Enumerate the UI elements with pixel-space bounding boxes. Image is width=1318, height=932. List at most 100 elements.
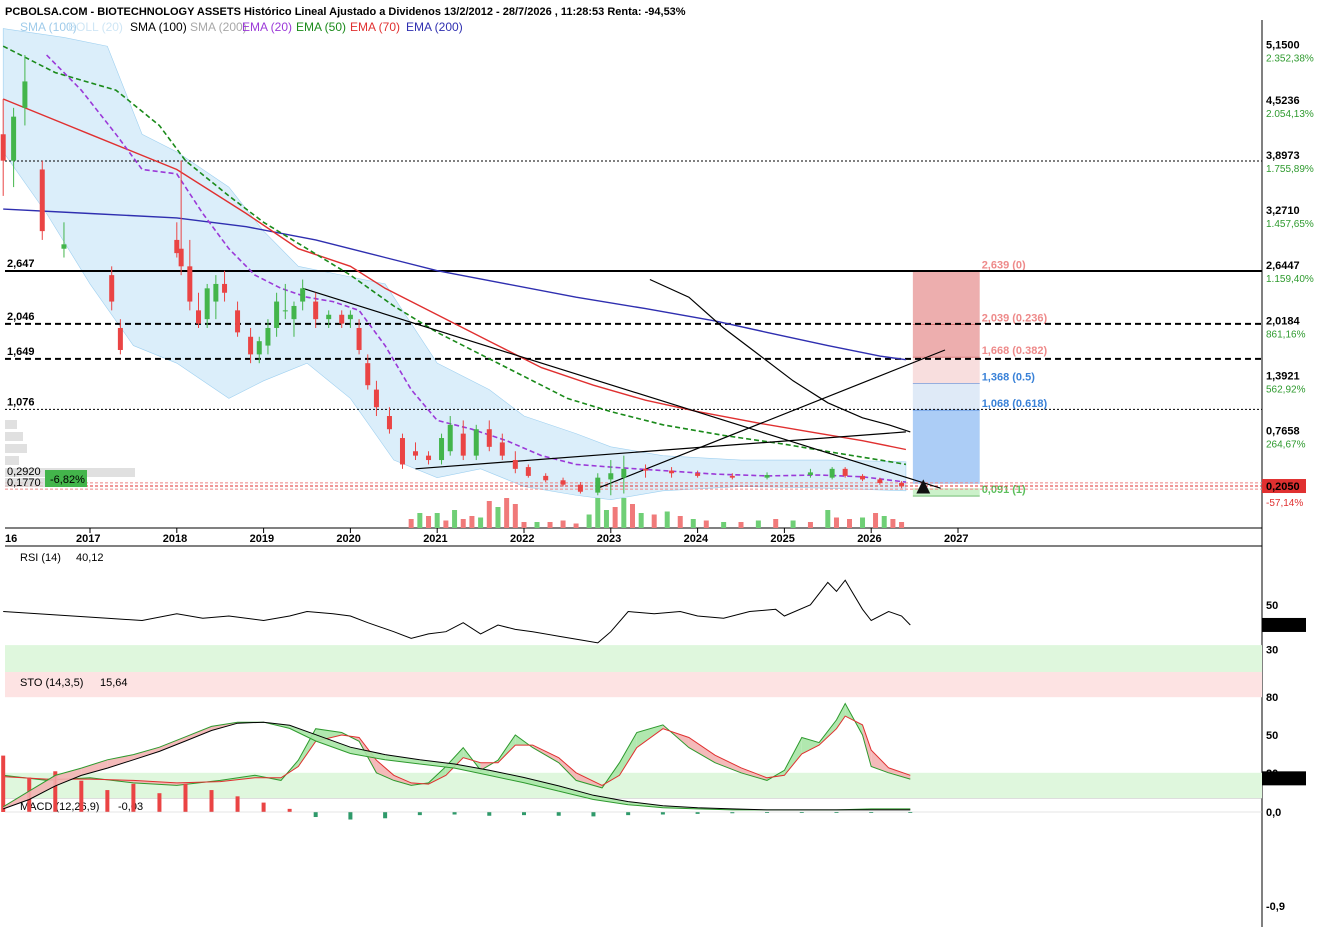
level-label-0: 2,647 [7,258,35,270]
candle-body-8 [178,248,184,267]
y-tick-3: 3,2710 [1266,205,1300,217]
volume-bar-1 [417,513,423,528]
y-tick-5: 2,0184 [1266,315,1301,327]
indicator-legend: SMA (100)BOLL (20) SMA (100) SMA (200)EMA … [20,20,463,34]
y-tick-6: 1,3921 [1266,370,1300,382]
fib-label-4: 1,068 (0.618) [982,398,1048,410]
candle-body-4 [61,244,67,249]
rsi-current: 40,12 [76,552,104,564]
candle-body-34 [447,424,453,452]
volume-bar-18 [586,514,592,528]
rsi-oversold-zone [5,645,1262,672]
candle-body-41 [543,475,549,481]
volume-bar-33 [773,519,779,528]
y-tick-pct-1: 2.054,13% [1266,109,1314,120]
x-tick-0: 16 [5,533,17,545]
candle-body-42 [560,480,566,485]
candle-body-39 [512,460,518,469]
volume-bar-26 [664,511,670,528]
volume-bar-6 [460,519,466,528]
candle-body-52 [807,472,813,476]
macd-hist-bar-7 [183,783,188,812]
candle-body-32 [426,455,432,461]
rsi-y-tick-0: 50 [1266,600,1278,612]
sto-title: STO (14,3,5) [20,677,83,689]
candle-body-2 [22,81,28,108]
rsi-title: RSI (14) [20,552,61,564]
volume-bar-25 [651,514,657,528]
candle-body-5 [109,275,115,302]
y-tick-pct-7: 264,67% [1266,440,1306,451]
chart-title: PCBOLSA.COM - BIOTECHNOLOGY ASSETS Histó… [5,6,686,18]
y-tick-pct-6: 562,92% [1266,384,1306,395]
candle-body-36 [473,429,479,456]
volume-bar-43 [899,522,905,528]
volume-bar-8 [478,517,484,528]
macd-hist-bar-6 [157,793,162,812]
volume-bar-31 [738,522,744,528]
candle-body-33 [439,438,445,461]
macd-hist-bar-16 [452,812,457,815]
volume-profile-bar-3 [5,456,19,465]
candle-body-49 [695,473,701,476]
volume-bar-23 [630,504,635,528]
volume-profile-bar-2 [5,444,27,453]
last-price-label: 0,2050 [1266,481,1300,493]
volume-bar-2 [426,516,432,528]
x-tick-11: 2027 [944,533,968,545]
y-tick-pct-5: 861,16% [1266,329,1306,340]
volume-bar-19 [595,498,601,528]
volume-bar-17 [573,523,579,528]
volume-bar-29 [703,520,709,528]
macd-hist-bar-19 [556,812,561,816]
rsi-last-label: 40,122 [1265,620,1299,632]
candle-body-30 [399,438,405,465]
x-tick-8: 2024 [684,533,709,545]
volume-bar-28 [690,519,696,528]
candle-body-56 [877,479,883,483]
fib-band-1 [912,357,980,384]
candle-body-40 [525,467,531,476]
candle-body-38 [499,442,505,456]
candle-body-57 [899,482,905,487]
candle-body-14 [235,310,241,333]
macd-hist-bar-4 [105,790,110,812]
volume-bar-14 [534,522,540,528]
candle-body-45 [608,473,614,480]
sto-y-tick-0: 80 [1266,692,1278,704]
volume-bar-22 [621,498,627,528]
volume-profile-bar-0 [5,420,17,429]
y-tick-pct-3: 1.457,65% [1266,219,1314,230]
volume-bar-20 [603,510,609,528]
macd-hist-bar-12 [313,812,318,818]
volume-bar-5 [452,510,458,528]
macd-hist-bar-14 [383,812,388,819]
candle-body-0 [0,134,6,161]
volume-bar-7 [469,516,475,528]
macd-y-tick-0: 0,0 [1266,807,1281,819]
candle-body-26 [356,327,362,350]
candle-body-12 [213,283,219,302]
volume-bar-3 [434,513,440,528]
candle-body-24 [339,314,345,324]
y-tick-2: 3,8973 [1266,150,1300,162]
y-tick-1: 4,5236 [1266,95,1300,107]
candle-body-3 [39,169,45,232]
candle-body-37 [486,429,492,447]
legend-item-6: EMA (70) [350,20,400,34]
volume-bar-34 [790,520,796,528]
volume-bar-32 [755,520,761,528]
volume-bar-16 [560,520,566,528]
volume-bar-13 [521,522,527,528]
y-tick-pct-0: 2.352,38% [1266,54,1314,65]
y-tick-pct-8: -57,14% [1266,498,1303,509]
fib-label-2: 1,668 (0.382) [982,345,1048,357]
volume-bar-30 [721,522,727,528]
candle-body-22 [313,301,319,320]
level-label-1: 2,046 [7,311,35,323]
x-tick-6: 2022 [510,533,534,545]
candle-body-20 [291,305,297,320]
candle-body-28 [373,389,379,408]
y-tick-pct-4: 1.159,40% [1266,274,1314,285]
candle-body-15 [248,336,254,355]
